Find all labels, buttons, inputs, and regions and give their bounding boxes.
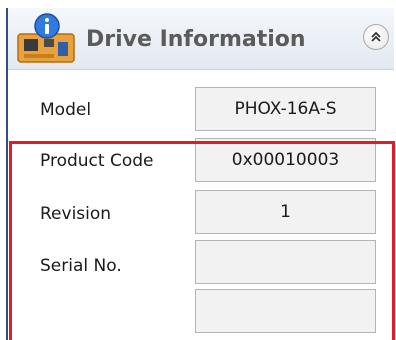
serial-number-label: Serial No. [40, 256, 122, 276]
drive-information-panel: Drive Information Model PHOX-16A-S Produ… [6, 8, 394, 340]
double-chevron-up-icon [371, 31, 381, 42]
revision-label: Revision [40, 204, 112, 224]
serial-number-value [195, 240, 376, 284]
drive-info-icon [14, 12, 78, 66]
panel-header: Drive Information [8, 8, 394, 70]
collapse-button[interactable] [363, 24, 389, 50]
panel-title: Drive Information [86, 27, 306, 52]
extra-value [195, 289, 376, 333]
model-label: Model [40, 100, 92, 120]
revision-value: 1 [195, 190, 376, 234]
product-code-value: 0x00010003 [195, 138, 376, 182]
model-value: PHOX-16A-S [195, 87, 376, 131]
product-code-label: Product Code [40, 151, 154, 171]
